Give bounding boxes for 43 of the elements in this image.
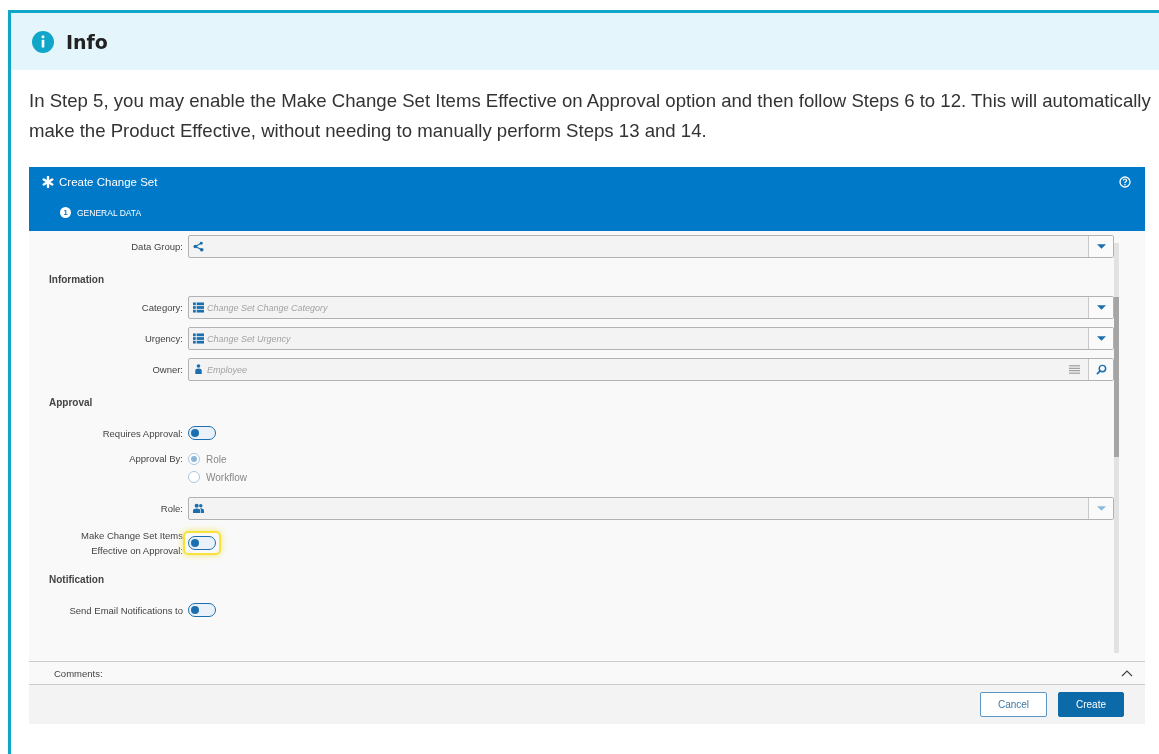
field-placeholder: Employee [207,364,248,375]
field-label: Urgency: [144,333,184,344]
section-heading: Approval [49,395,94,410]
cancel-button[interactable]: Cancel [980,692,1047,717]
search-icon[interactable] [1095,364,1107,375]
field-placeholder: Change Set Urgency [207,333,291,344]
field-label: Requires Approval: [101,426,184,441]
list-icon [192,302,204,313]
field-label: Send Email Notifications to [68,603,184,618]
callout-title: Info [66,30,108,53]
field-label: Category: [140,302,184,313]
radio-label: Role [206,453,227,465]
input-field[interactable] [188,235,1114,258]
field-label: Role: [159,503,184,514]
list-icon [192,333,204,344]
section-heading: Information [49,272,105,287]
toggle-switch[interactable] [188,536,216,550]
input-field[interactable] [188,497,1114,520]
comments-label: Comments: [54,667,104,679]
help-icon[interactable] [1119,176,1131,188]
field-label: Data Group: [130,241,184,252]
dialog-title: Create Change Set [59,176,159,188]
person-icon [192,364,204,375]
field-label: Make Change Set Items Effective on Approval: [80,529,184,558]
info-paragraph: In Step 5, you may enable the Make Change Set Items Effective on Approval option and then follow Steps 6 to 12. This will automatically make the Product Effective, without needing to manually perform Steps 13 and 14. [29,89,1152,143]
field-placeholder: Change Set Change Category [207,302,328,313]
scrollbar-thumb[interactable] [1114,297,1119,457]
field-label: Approval By: [128,453,184,464]
dropdown-caret-icon[interactable] [1096,244,1106,249]
create-button[interactable]: Create [1058,692,1124,717]
field-label: Owner: [151,364,184,375]
chevron-up-icon[interactable] [1121,669,1133,677]
share-icon [192,241,204,252]
info-icon [32,30,54,53]
asterisk-icon [42,176,54,188]
dropdown-caret-icon[interactable] [1096,305,1106,310]
section-heading: Notification [49,572,105,587]
people-icon [192,503,204,514]
toggle-switch[interactable] [188,603,216,617]
dropdown-caret-icon[interactable] [1096,336,1106,341]
radio-label: Workflow [206,471,247,483]
comments-bar[interactable]: Comments: [29,661,1145,685]
toggle-switch[interactable] [188,426,216,440]
